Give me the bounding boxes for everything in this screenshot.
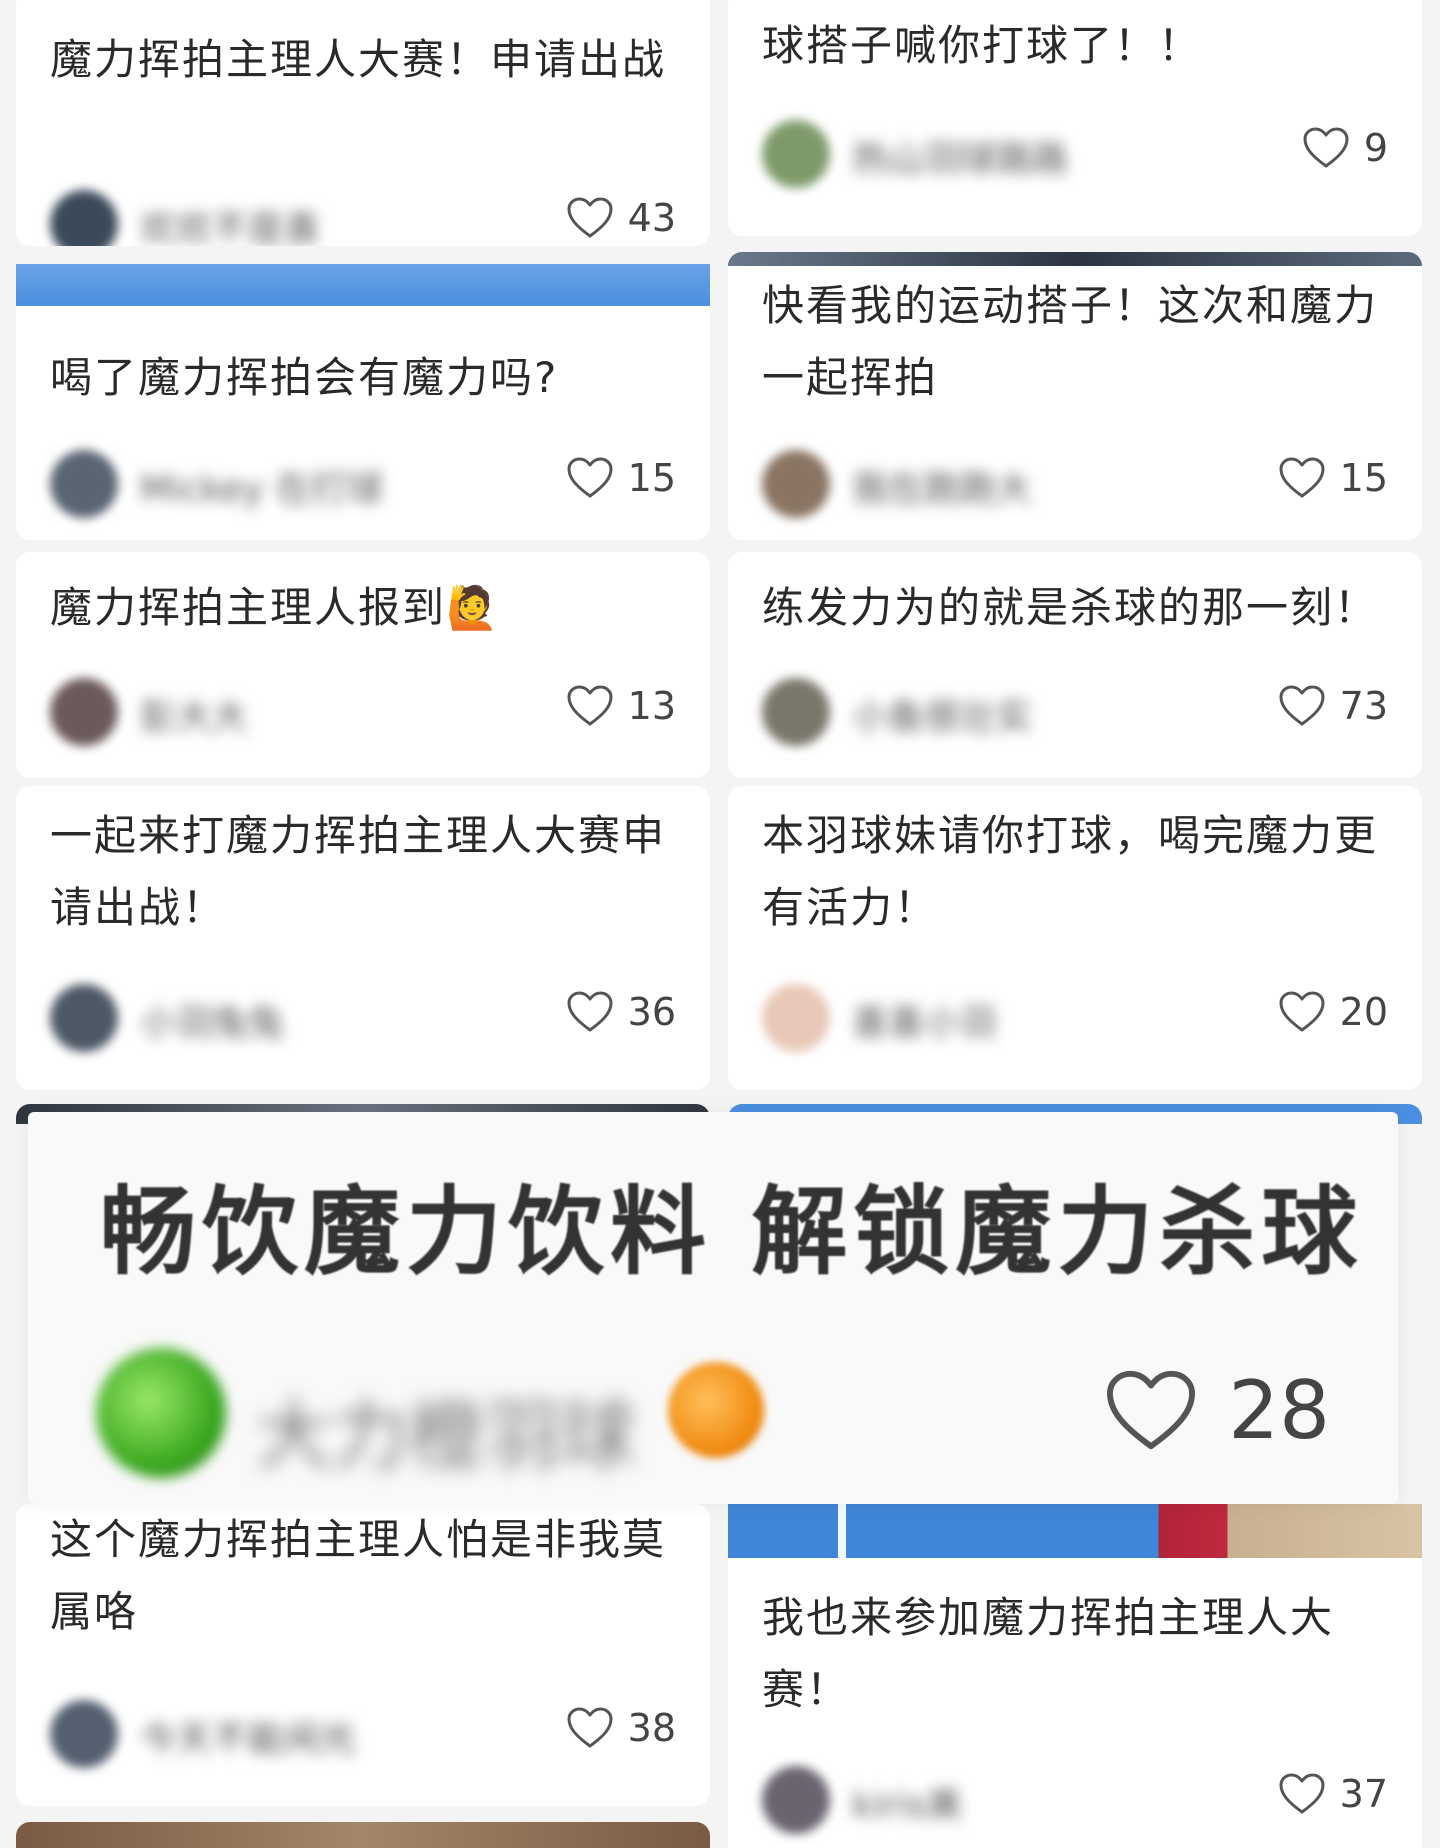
avatar[interactable] (762, 450, 830, 518)
author-name[interactable]: 喜喜小羽 (852, 994, 996, 1046)
like-button[interactable]: 43 (566, 196, 676, 240)
like-count: 13 (627, 684, 676, 728)
avatar[interactable] (50, 190, 118, 246)
post-title: 喝了魔力挥拍会有魔力吗? (50, 353, 559, 402)
orange-emoji-icon (668, 1362, 764, 1458)
post-meta: 小鱼很壮实 73 (762, 670, 1392, 750)
like-button[interactable]: 9 (1302, 126, 1388, 170)
avatar[interactable] (762, 1766, 830, 1834)
author-name[interactable]: 小羽兔兔 (140, 994, 284, 1046)
post-card[interactable]: 魔力挥拍主理人大赛！申请出战 欢欢不是喜 43 (16, 0, 710, 246)
post-title: 魔力挥拍主理人大赛！申请出战 (50, 35, 667, 84)
heart-outline-icon (1107, 1370, 1196, 1449)
avatar[interactable] (762, 120, 830, 188)
post-title: 练发力为的就是杀球的那一刻！ (762, 583, 1379, 632)
avatar[interactable] (50, 984, 118, 1052)
like-count: 36 (627, 990, 676, 1034)
post-cover-image[interactable] (16, 264, 710, 306)
post-title: 本羽球妹请你打球，喝完魔力更有活力！ (762, 811, 1379, 932)
like-count: 9 (1363, 126, 1388, 170)
like-count: 15 (1339, 456, 1388, 500)
post-card[interactable]: 喝了魔力挥拍会有魔力吗? Mickey 在打球 15 (16, 306, 710, 540)
avatar[interactable] (762, 984, 830, 1052)
heart-outline-icon (1278, 684, 1326, 728)
like-button[interactable]: 37 (1278, 1772, 1388, 1816)
like-button[interactable]: 36 (566, 990, 676, 1034)
avatar[interactable] (50, 1700, 118, 1768)
author-name[interactable]: 今天不能闲光 (140, 1710, 356, 1762)
heart-outline-icon (566, 456, 614, 500)
court-line (838, 1504, 846, 1558)
post-card[interactable]: 练发力为的就是杀球的那一刻！ 小鱼很壮实 73 (728, 552, 1422, 778)
post-cover-image[interactable] (728, 1504, 1422, 1558)
avatar[interactable] (762, 678, 830, 746)
featured-author-name[interactable]: 大力橙羽球 (256, 1374, 636, 1484)
featured-like-count: 28 (1228, 1364, 1330, 1457)
post-title: 我也来参加魔力挥拍主理人大赛！ (762, 1593, 1335, 1714)
heart-outline-icon (566, 684, 614, 728)
post-meta: Mickey 在打球 15 (50, 442, 680, 522)
heart-outline-icon (566, 990, 614, 1034)
heart-outline-icon (1302, 126, 1350, 170)
like-button[interactable]: 15 (566, 456, 676, 500)
author-name[interactable]: Mickey 在打球 (140, 460, 383, 512)
like-button[interactable]: 38 (566, 1706, 676, 1750)
author-name[interactable]: 我在跑跑大 (852, 460, 1032, 512)
like-count: 20 (1339, 990, 1388, 1034)
heart-outline-icon (566, 196, 614, 240)
avatar[interactable] (50, 678, 118, 746)
post-title: 魔力挥拍主理人报到🙋 (50, 583, 501, 632)
like-count: 15 (627, 456, 676, 500)
post-card[interactable]: 我也来参加魔力挥拍主理人大赛！ kiris美 37 (728, 1558, 1422, 1848)
author-name[interactable]: kiris美 (852, 1776, 962, 1828)
featured-like-button[interactable]: 28 (1104, 1364, 1330, 1457)
post-meta: 今天不能闲光 38 (50, 1692, 680, 1772)
heart-outline-icon (1278, 990, 1326, 1034)
post-card[interactable]: 本羽球妹请你打球，喝完魔力更有活力！ 喜喜小羽 20 (728, 786, 1422, 1090)
heart-outline-icon (1278, 1772, 1326, 1816)
author-name[interactable]: 欢欢不是喜 (140, 200, 320, 246)
author-name[interactable]: 彭大大 (140, 688, 248, 740)
featured-post-overlay[interactable]: 畅饮魔力饮料 解锁魔力杀球 大力橙羽球 28 (28, 1112, 1398, 1504)
post-cover-image[interactable] (728, 252, 1422, 266)
post-meta: 热山羽球路路 9 (762, 112, 1392, 192)
like-button[interactable]: 73 (1278, 684, 1388, 728)
post-title: 这个魔力挥拍主理人怕是非我莫属咯 (50, 1515, 667, 1636)
author-name[interactable]: 小鱼很壮实 (852, 688, 1032, 740)
post-card[interactable]: 一起来打魔力挥拍主理人大赛申请出战！ 小羽兔兔 36 (16, 786, 710, 1090)
post-cover-image[interactable] (16, 1822, 710, 1848)
post-card[interactable]: 球搭子喊你打球了！！ 热山羽球路路 9 (728, 0, 1422, 236)
author-name[interactable]: 热山羽球路路 (852, 130, 1068, 182)
post-card[interactable]: 魔力挥拍主理人报到🙋 彭大大 13 (16, 552, 710, 778)
like-count: 38 (627, 1706, 676, 1750)
post-meta: 彭大大 13 (50, 670, 680, 750)
like-button[interactable]: 20 (1278, 990, 1388, 1034)
featured-avatar[interactable] (96, 1348, 226, 1478)
post-title: 快看我的运动搭子！这次和魔力一起挥拍 (762, 281, 1379, 402)
like-button[interactable]: 13 (566, 684, 676, 728)
like-count: 37 (1339, 1772, 1388, 1816)
like-button[interactable]: 15 (1278, 456, 1388, 500)
post-meta: 喜喜小羽 20 (762, 976, 1392, 1056)
featured-post-title: 畅饮魔力饮料 解锁魔力杀球 (100, 1176, 1364, 1288)
post-card[interactable]: 这个魔力挥拍主理人怕是非我莫属咯 今天不能闲光 38 (16, 1504, 710, 1806)
post-meta: 欢欢不是喜 43 (50, 182, 680, 246)
post-meta: 我在跑跑大 15 (762, 442, 1392, 522)
post-title: 球搭子喊你打球了！！ (762, 21, 1203, 70)
heart-outline-icon (566, 1706, 614, 1750)
post-card[interactable]: 快看我的运动搭子！这次和魔力一起挥拍 我在跑跑大 15 (728, 266, 1422, 540)
post-meta: 小羽兔兔 36 (50, 976, 680, 1056)
post-meta: kiris美 37 (762, 1758, 1392, 1838)
avatar[interactable] (50, 450, 118, 518)
like-count: 43 (627, 196, 676, 240)
heart-outline-icon (1278, 456, 1326, 500)
post-title: 一起来打魔力挥拍主理人大赛申请出战！ (50, 811, 667, 932)
like-count: 73 (1339, 684, 1388, 728)
